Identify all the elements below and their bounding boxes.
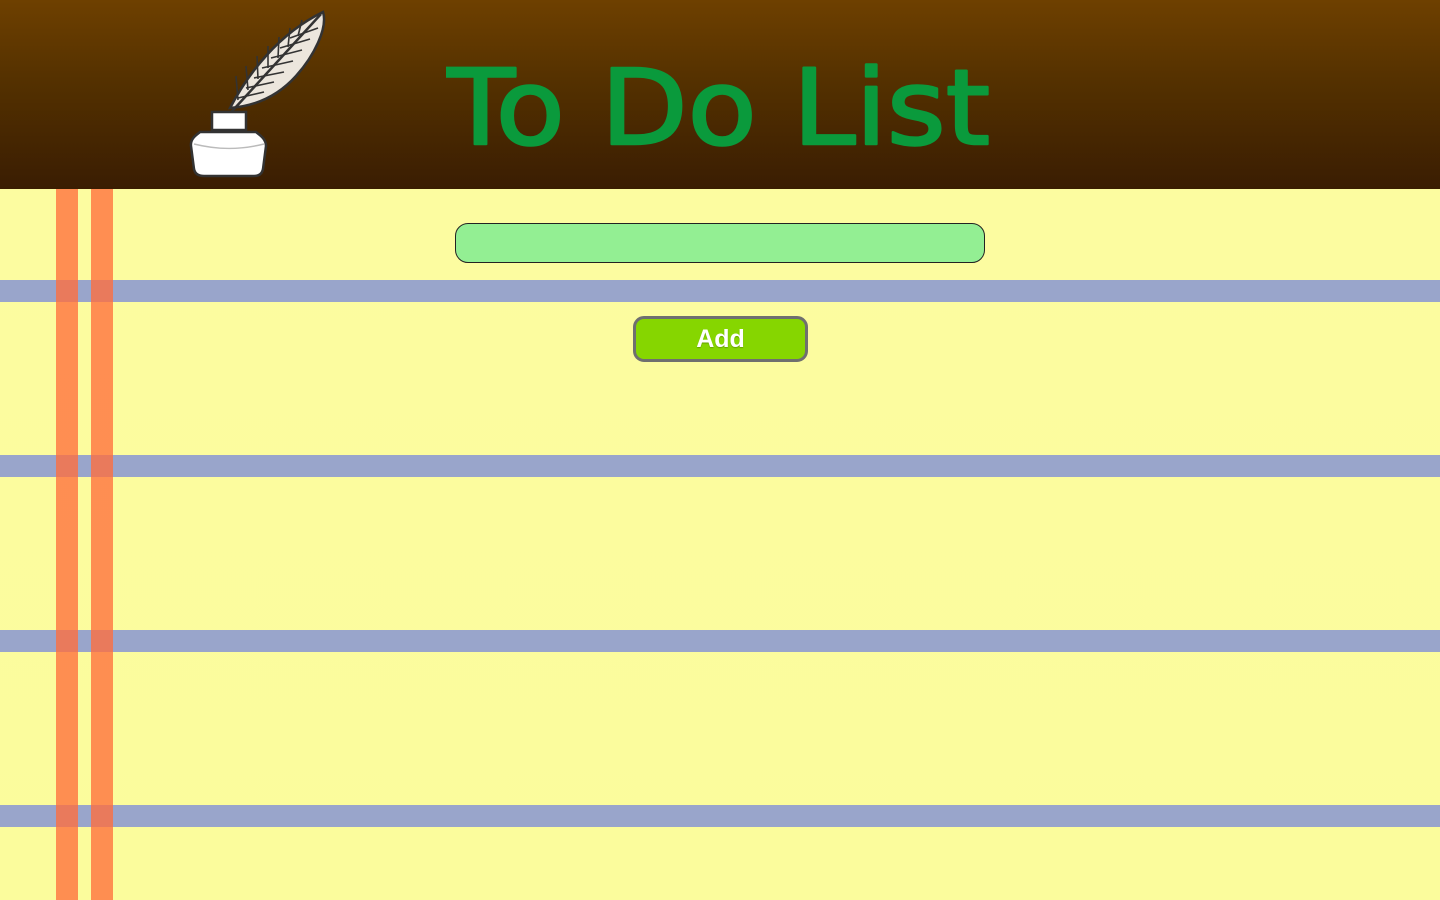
app-header: To Do List	[0, 0, 1440, 189]
quill-inkwell-icon	[189, 10, 326, 178]
margin-line	[91, 189, 113, 900]
notepad-paper	[0, 189, 1440, 900]
margin-line	[56, 189, 78, 900]
add-button[interactable]: Add	[633, 316, 808, 362]
rule-line	[0, 805, 1440, 827]
task-input[interactable]	[455, 223, 985, 263]
rule-line	[0, 280, 1440, 302]
page-title: To Do List	[446, 46, 991, 160]
rule-line	[0, 630, 1440, 652]
rule-line	[0, 455, 1440, 477]
page-title-text: To Do List	[446, 47, 990, 160]
